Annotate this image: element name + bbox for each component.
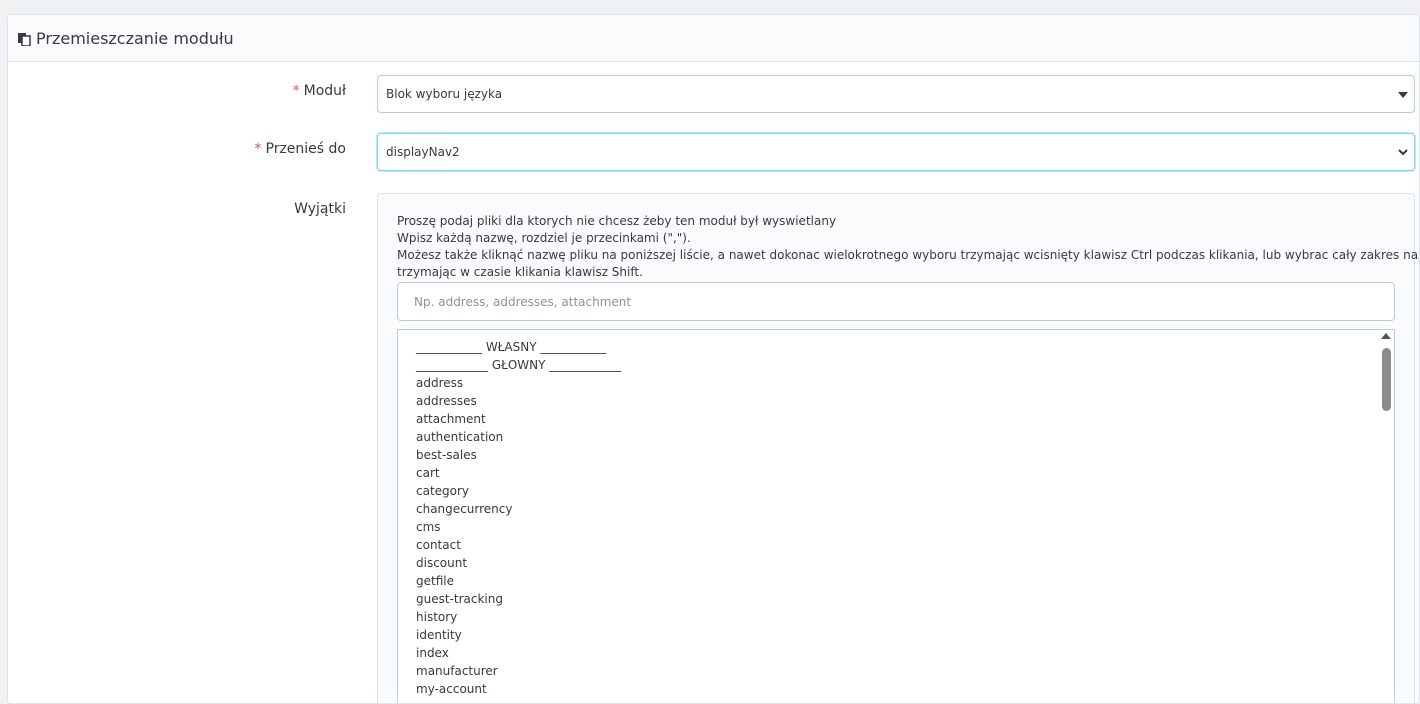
caret-down-icon — [1398, 87, 1408, 101]
exceptions-description: Proszę podaj pliki dla ktorych nie chces… — [397, 214, 1420, 279]
exceptions-label: Wyjątki — [294, 201, 346, 217]
list-item[interactable]: addresses — [416, 392, 1394, 410]
exceptions-input-placeholder: Np. address, addresses, attachment — [414, 294, 632, 309]
list-item[interactable]: contact — [416, 536, 1394, 554]
file-list: ___________ WŁASNY ___________ _________… — [398, 330, 1394, 698]
exceptions-input[interactable]: Np. address, addresses, attachment — [397, 282, 1395, 321]
list-item[interactable]: discount — [416, 554, 1394, 572]
list-item[interactable]: manufacturer — [416, 662, 1394, 680]
list-item[interactable]: my-account — [416, 680, 1394, 698]
panel-title: Przemieszczanie modułu — [36, 28, 234, 48]
list-item[interactable]: ____________ GŁOWNY ____________ — [416, 356, 1394, 374]
scroll-thumb[interactable] — [1382, 348, 1391, 411]
exceptions-file-list[interactable]: ___________ WŁASNY ___________ _________… — [397, 329, 1395, 703]
module-select-value: Blok wyboru języka — [386, 87, 503, 101]
chevron-down-icon — [1398, 145, 1408, 159]
list-item[interactable]: guest-tracking — [416, 590, 1394, 608]
list-item[interactable]: history — [416, 608, 1394, 626]
list-scrollbar[interactable] — [1378, 330, 1394, 703]
list-item[interactable]: ___________ WŁASNY ___________ — [416, 338, 1394, 356]
exceptions-box: Proszę podaj pliki dla ktorych nie chces… — [377, 193, 1420, 703]
move-to-select-value: displayNav2 — [386, 145, 460, 159]
scroll-up-arrow-icon[interactable] — [1381, 333, 1391, 339]
panel-heading: Przemieszczanie modułu — [8, 15, 1419, 62]
list-item[interactable]: cms — [416, 518, 1394, 536]
copy-icon — [17, 31, 31, 47]
move-to-select[interactable]: displayNav2 — [377, 133, 1415, 171]
list-item[interactable]: index — [416, 644, 1394, 662]
move-to-label: * Przenieś do — [254, 141, 347, 157]
module-label: * Moduł — [292, 83, 346, 99]
move-module-panel: Przemieszczanie modułu * Moduł Blok wybor… — [7, 14, 1420, 704]
list-item[interactable]: attachment — [416, 410, 1394, 428]
list-item[interactable]: best-sales — [416, 446, 1394, 464]
list-item[interactable]: changecurrency — [416, 500, 1394, 518]
list-item[interactable]: authentication — [416, 428, 1394, 446]
list-item[interactable]: address — [416, 374, 1394, 392]
list-item[interactable]: identity — [416, 626, 1394, 644]
required-mark: * — [254, 141, 262, 157]
list-item[interactable]: getfile — [416, 572, 1394, 590]
required-mark: * — [292, 83, 300, 99]
module-select[interactable]: Blok wyboru języka — [377, 75, 1415, 113]
list-item[interactable]: category — [416, 482, 1394, 500]
list-item[interactable]: cart — [416, 464, 1394, 482]
